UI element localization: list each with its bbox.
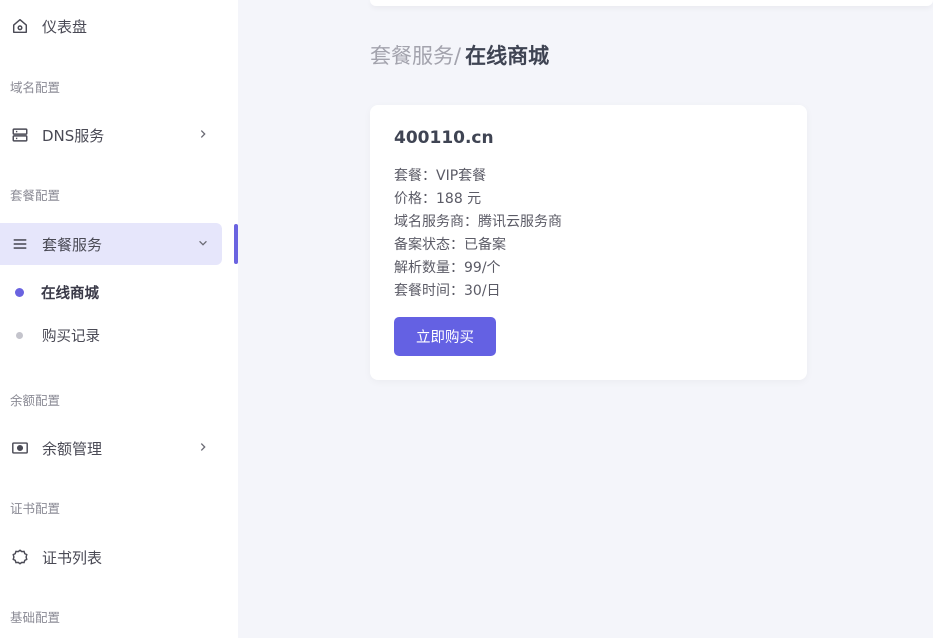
section-label-balance: 余额配置: [10, 393, 61, 408]
breadcrumb-parent[interactable]: 套餐服务: [370, 40, 454, 70]
product-detail-record-count: 解析数量：99/个: [394, 260, 501, 276]
product-detail-filing-status: 备案状态：已备案: [394, 237, 506, 253]
section-label-package: 套餐配置: [10, 188, 61, 203]
chevron-right-icon: [196, 127, 210, 141]
bullet-icon: [16, 331, 23, 339]
sidebar-subitem-label: 购买记录: [42, 328, 100, 345]
product-detail-price: 价格：188 元: [394, 191, 482, 207]
sidebar-item-package-service[interactable]: 套餐服务: [0, 223, 222, 265]
certificate-icon: [10, 547, 30, 567]
product-detail-duration: 套餐时间：30/日: [394, 283, 501, 299]
top-navbar: [370, 0, 933, 6]
active-indicator: [234, 224, 238, 264]
section-label-cert: 证书配置: [10, 501, 61, 516]
menu-icon: [10, 234, 30, 254]
sidebar-item-dashboard[interactable]: 仪表盘: [0, 5, 222, 47]
section-label-basic: 基础配置: [10, 610, 61, 625]
chevron-down-icon: [196, 236, 210, 250]
sidebar-subitem-label: 在线商城: [41, 285, 99, 302]
sidebar-item-label: 仪表盘: [42, 17, 88, 36]
sidebar-item-cert-list[interactable]: 证书列表: [0, 536, 222, 578]
sidebar-subitem-online-store[interactable]: 在线商城: [0, 275, 222, 309]
breadcrumb-separator: /: [454, 44, 462, 68]
sidebar-subitem-purchase-history[interactable]: 购买记录: [0, 318, 222, 352]
bullet-icon: [15, 287, 24, 297]
sidebar-item-dns[interactable]: DNS服务: [0, 114, 222, 156]
product-title: 400110.cn: [394, 128, 494, 148]
breadcrumb: 套餐服务 / 在线商城: [370, 40, 549, 70]
sidebar-item-label: 证书列表: [42, 548, 103, 567]
cash-icon: [10, 438, 30, 458]
buy-now-button[interactable]: 立即购买: [394, 317, 496, 356]
home-icon: [10, 16, 30, 36]
product-detail-registrar: 域名服务商：腾讯云服务商: [394, 214, 562, 230]
sidebar: 仪表盘 域名配置 DNS服务 套餐配置 套餐服务 在线商城 购买记录 余额配置 …: [0, 0, 238, 638]
sidebar-item-label: 套餐服务: [42, 235, 103, 254]
product-card: 400110.cn 套餐：VIP套餐 价格：188 元 域名服务商：腾讯云服务商…: [370, 105, 807, 380]
sidebar-item-label: DNS服务: [42, 126, 105, 145]
sidebar-item-label: 余额管理: [42, 439, 103, 458]
page-title: 在线商城: [465, 44, 550, 68]
section-label-domain: 域名配置: [10, 80, 61, 95]
chevron-right-icon: [196, 440, 210, 454]
product-detail-package: 套餐：VIP套餐: [394, 168, 487, 184]
sidebar-item-balance-mgmt[interactable]: 余额管理: [0, 427, 222, 469]
server-icon: [10, 125, 30, 145]
